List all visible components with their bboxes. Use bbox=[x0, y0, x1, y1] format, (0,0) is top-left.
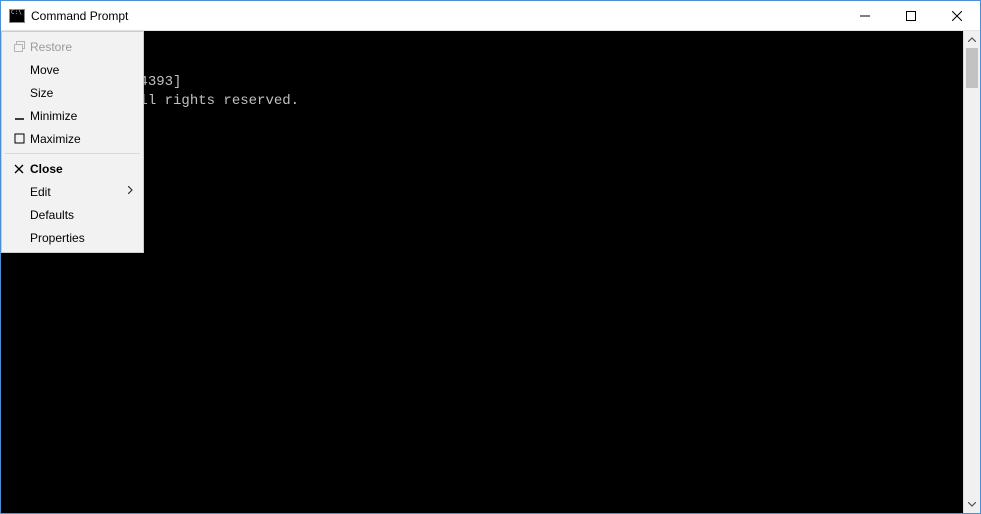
minimize-button[interactable] bbox=[842, 1, 888, 30]
menu-close[interactable]: Close bbox=[4, 157, 141, 180]
menu-size[interactable]: Size bbox=[4, 81, 141, 104]
app-icon[interactable] bbox=[9, 9, 25, 23]
client-area: [Version 10.0.14393] Corporation. All ri… bbox=[1, 31, 980, 513]
terminal[interactable]: [Version 10.0.14393] Corporation. All ri… bbox=[1, 31, 963, 513]
minimize-icon bbox=[8, 110, 30, 121]
minimize-icon bbox=[860, 11, 870, 21]
menu-minimize[interactable]: Minimize bbox=[4, 104, 141, 127]
close-button[interactable] bbox=[934, 1, 980, 30]
maximize-button[interactable] bbox=[888, 1, 934, 30]
maximize-icon bbox=[906, 11, 916, 21]
chevron-up-icon bbox=[968, 37, 976, 42]
chevron-down-icon bbox=[968, 502, 976, 507]
system-menu: Restore Move Size Minimize Maximize bbox=[1, 31, 144, 253]
window-controls bbox=[842, 1, 980, 30]
window-title: Command Prompt bbox=[31, 9, 128, 23]
submenu-arrow-icon bbox=[128, 186, 133, 197]
terminal-output: [Version 10.0.14393] Corporation. All ri… bbox=[5, 73, 963, 186]
menu-move-label: Move bbox=[30, 63, 119, 77]
menu-properties-label: Properties bbox=[30, 231, 119, 245]
restore-icon bbox=[8, 41, 30, 52]
maximize-icon bbox=[8, 133, 30, 144]
menu-edit[interactable]: Edit bbox=[4, 180, 141, 203]
menu-maximize[interactable]: Maximize bbox=[4, 127, 141, 150]
menu-edit-label: Edit bbox=[30, 185, 119, 199]
menu-close-label: Close bbox=[30, 162, 119, 176]
vertical-scrollbar[interactable] bbox=[963, 31, 980, 513]
menu-restore-label: Restore bbox=[30, 40, 119, 54]
titlebar[interactable]: Command Prompt bbox=[1, 1, 980, 31]
close-icon bbox=[952, 11, 962, 21]
scrollbar-track[interactable] bbox=[964, 48, 980, 496]
menu-defaults-label: Defaults bbox=[30, 208, 119, 222]
menu-separator bbox=[5, 153, 140, 154]
scroll-up-button[interactable] bbox=[964, 31, 980, 48]
close-icon bbox=[8, 164, 30, 174]
menu-minimize-label: Minimize bbox=[30, 109, 119, 123]
scrollbar-thumb[interactable] bbox=[966, 48, 978, 88]
menu-size-label: Size bbox=[30, 86, 119, 100]
menu-restore: Restore bbox=[4, 35, 141, 58]
menu-properties[interactable]: Properties bbox=[4, 226, 141, 249]
menu-defaults[interactable]: Defaults bbox=[4, 203, 141, 226]
menu-move[interactable]: Move bbox=[4, 58, 141, 81]
menu-maximize-label: Maximize bbox=[30, 132, 119, 146]
scroll-down-button[interactable] bbox=[964, 496, 980, 513]
